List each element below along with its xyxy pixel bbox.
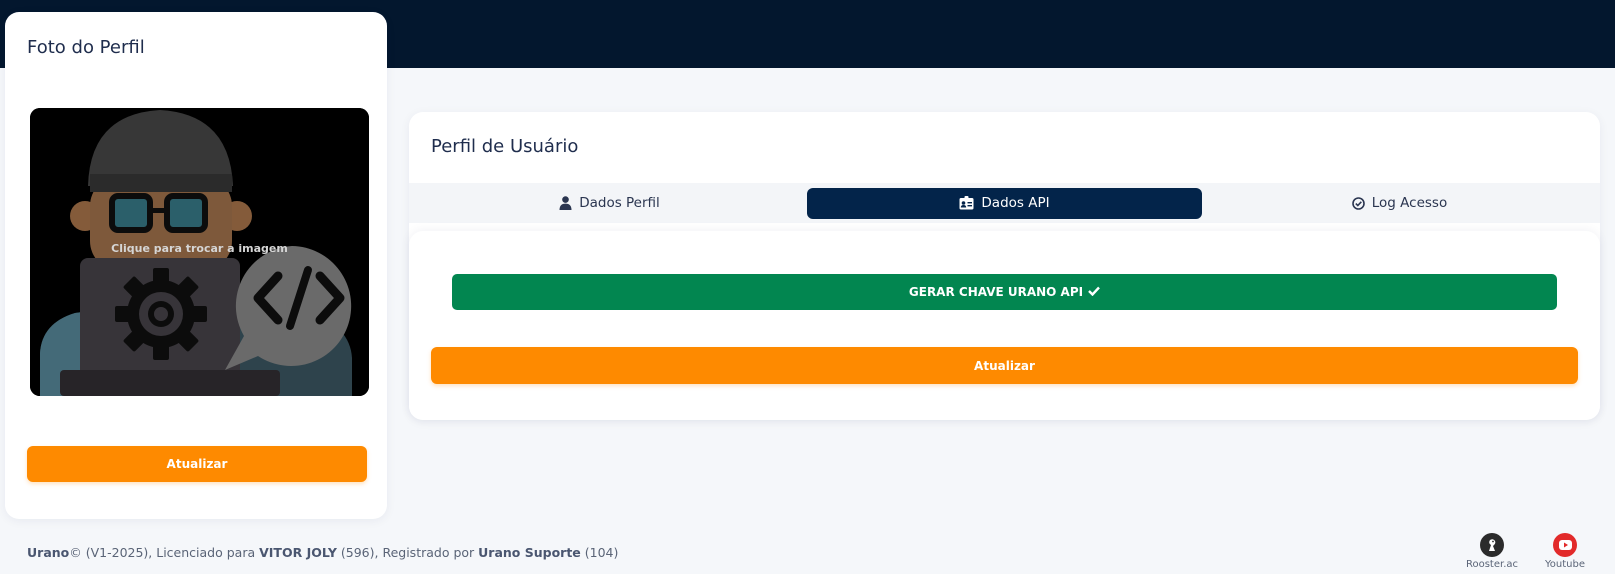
check-icon [1088, 285, 1100, 299]
profile-card-title: Perfil de Usuário [431, 136, 579, 157]
photo-card-title: Foto do Perfil [27, 37, 145, 58]
profile-photo[interactable]: Clique para trocar a imagem [30, 108, 369, 396]
tab-label: Dados Perfil [579, 195, 660, 211]
user-icon [559, 196, 572, 210]
footer-registrar: Urano Suporte [478, 545, 581, 560]
rooster-link[interactable]: Rooster.ac [1462, 533, 1522, 570]
tab-dados-api[interactable]: Dados API [807, 187, 1202, 219]
tab-label: Dados API [981, 195, 1050, 211]
generate-api-key-label: GERAR CHAVE URANO API [908, 285, 1084, 299]
footer-licensee-id: (596), Registrado por [336, 545, 479, 560]
check-circle-icon [1351, 196, 1365, 210]
footer-license-text: Urano© (V1-2025), Licenciado para VITOR … [27, 545, 618, 560]
photo-update-button[interactable]: Atualizar [27, 446, 367, 482]
profile-photo-card: Foto do Perfil Clique para trocar a imag… [5, 12, 387, 519]
id-card-icon [959, 196, 974, 210]
tab-label: Log Acesso [1371, 195, 1448, 211]
youtube-icon [1553, 533, 1577, 557]
api-update-button[interactable]: Atualizar [431, 347, 1578, 384]
footer-copyright: © (V1-2025), Licenciado para [69, 545, 260, 560]
footer-licensee: VITOR JOLY [259, 545, 337, 560]
profile-tabs: Dados Perfil Dados API Log Acesso [409, 183, 1600, 223]
tab-log-acesso[interactable]: Log Acesso [1202, 188, 1597, 219]
user-profile-card: Perfil de Usuário Dados Perfil Dados API… [409, 112, 1600, 420]
rooster-icon [1480, 533, 1504, 557]
footer-registrar-id: (104) [580, 545, 619, 560]
generate-api-key-button[interactable]: GERAR CHAVE URANO API [452, 274, 1557, 310]
youtube-link[interactable]: Youtube [1535, 533, 1595, 570]
tab-dados-perfil[interactable]: Dados Perfil [412, 188, 807, 219]
youtube-label: Youtube [1545, 559, 1585, 570]
footer-brand: Urano [27, 545, 70, 560]
api-data-panel: GERAR CHAVE URANO API Atualizar [409, 231, 1600, 420]
change-photo-hint: Clique para trocar a imagem [111, 242, 288, 255]
rooster-label: Rooster.ac [1465, 559, 1519, 570]
